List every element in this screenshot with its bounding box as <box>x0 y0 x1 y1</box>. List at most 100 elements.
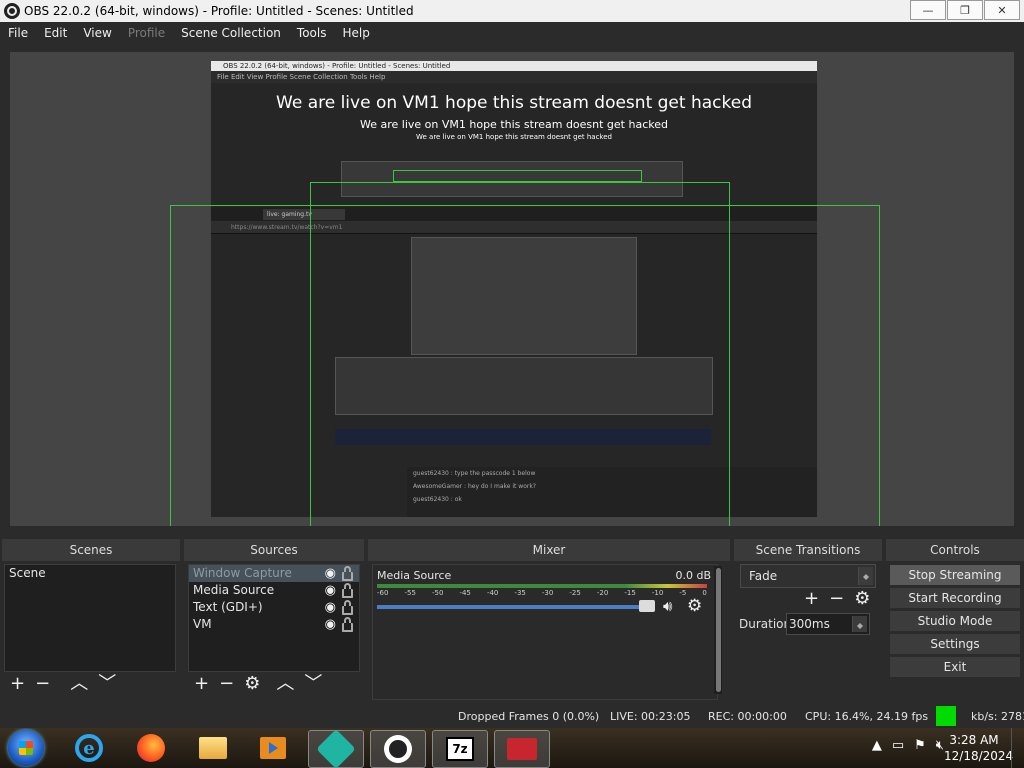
meter-tick: -35 <box>514 589 526 597</box>
scenes-header: Scenes <box>2 539 180 561</box>
kodi-icon[interactable] <box>308 729 364 768</box>
mixer-panel: Media Source 0.0 dB -60 -55 -50 -45 -40 … <box>372 564 718 700</box>
mixer-level: 0.0 dB <box>675 569 711 582</box>
taskbar-clock[interactable]: 3:28 AM 12/18/2024 <box>944 732 1013 764</box>
system-tray: ▲ ▭ ⚑ 🔇︎ <box>872 738 944 753</box>
meter-tick: -40 <box>486 589 499 597</box>
meter-tick: -15 <box>624 589 636 597</box>
meter-ticks: -60 -55 -50 -45 -40 -35 -30 -25 -20 -15 … <box>377 589 707 597</box>
move-down-icon[interactable]: ﹀ <box>304 675 322 693</box>
start-recording-button[interactable]: Start Recording <box>889 587 1021 609</box>
menu-help[interactable]: Help <box>334 26 377 40</box>
file-explorer-icon[interactable] <box>186 730 240 766</box>
rec-timer: REC: 00:00:00 <box>708 710 787 723</box>
internet-explorer-icon[interactable]: e <box>62 730 116 766</box>
close-button[interactable]: ✕ <box>984 0 1020 20</box>
stream-overlay-text-nested-2: We are live on VM1 hope this stream does… <box>416 133 612 141</box>
duration-value: 300ms <box>789 617 830 631</box>
source-item[interactable]: Text (GDI+) ◉ <box>189 599 359 616</box>
menu-edit[interactable]: Edit <box>36 26 75 40</box>
visibility-eye-icon[interactable]: ◉ <box>325 599 336 616</box>
transition-selected: Fade <box>749 569 778 583</box>
meter-tick: -60 <box>377 589 389 597</box>
gear-icon[interactable]: ⚙ <box>244 675 260 693</box>
scene-item[interactable]: Scene <box>5 565 175 582</box>
move-up-icon[interactable]: ︿ <box>276 675 294 693</box>
7zip-icon[interactable]: 7z <box>432 730 488 768</box>
action-center-flag-icon[interactable]: ⚑ <box>914 738 926 753</box>
sources-toolbar: + − ⚙ ︿ ﹀ <box>194 675 322 693</box>
lock-icon[interactable] <box>342 565 353 581</box>
windows-start-icon[interactable] <box>8 730 44 766</box>
meter-tick: -50 <box>431 589 444 597</box>
volume-muted-icon[interactable]: 🔇︎ <box>936 738 944 753</box>
source-label: Media Source <box>193 583 275 597</box>
preview-canvas[interactable]: OBS 22.0.2 (64-bit, windows) - Profile: … <box>10 52 1014 526</box>
move-up-icon[interactable]: ︿ <box>70 675 88 693</box>
scenes-toolbar: + − ︿ ﹀ <box>10 675 116 693</box>
remove-icon[interactable]: − <box>829 590 844 608</box>
lock-icon[interactable] <box>342 582 353 598</box>
settings-button[interactable]: Settings <box>889 633 1021 655</box>
spinner-icon[interactable] <box>852 616 867 632</box>
speaker-icon[interactable]: 🔊︎ <box>663 597 672 615</box>
studio-mode-button[interactable]: Studio Mode <box>889 610 1021 632</box>
menu-profile[interactable]: Profile <box>120 26 173 40</box>
stop-streaming-button[interactable]: Stop Streaming <box>889 564 1021 586</box>
menu-view[interactable]: View <box>75 26 119 40</box>
minimize-button[interactable]: — <box>910 0 946 20</box>
source-label: Text (GDI+) <box>193 600 263 614</box>
nested-obs-menu: File Edit View Profile Scene Collection … <box>211 71 817 83</box>
stream-health-indicator <box>936 706 956 726</box>
stream-overlay-text: We are live on VM1 hope this stream does… <box>276 93 752 113</box>
move-down-icon[interactable]: ﹀ <box>98 675 116 693</box>
tray-expand-icon[interactable]: ▲ <box>872 738 882 753</box>
meter-tick: -45 <box>459 589 471 597</box>
source-bounding-box[interactable] <box>310 182 730 526</box>
lock-icon[interactable] <box>342 616 353 632</box>
maximize-button[interactable]: ❐ <box>947 0 983 20</box>
add-icon[interactable]: + <box>804 590 819 608</box>
menu-tools[interactable]: Tools <box>289 26 335 40</box>
window-controls: — ❐ ✕ <box>909 0 1020 20</box>
obs-app-icon <box>4 3 20 19</box>
transitions-toolbar: + − ⚙ <box>804 590 870 608</box>
chevron-updown-icon <box>858 567 873 585</box>
add-icon[interactable]: + <box>194 675 209 693</box>
visibility-eye-icon[interactable]: ◉ <box>325 616 336 633</box>
meter-tick: 0 <box>702 589 707 597</box>
source-item[interactable]: VM ◉ <box>189 616 359 633</box>
exit-button[interactable]: Exit <box>889 656 1021 678</box>
title-bar: OBS 22.0.2 (64-bit, windows) - Profile: … <box>0 0 1024 22</box>
source-item[interactable]: Media Source ◉ <box>189 582 359 599</box>
remove-icon[interactable]: − <box>219 675 234 693</box>
meter-tick: -25 <box>569 589 581 597</box>
volume-slider[interactable] <box>377 605 653 609</box>
transition-select[interactable]: Fade <box>740 564 876 588</box>
source-bounding-box[interactable] <box>393 170 642 182</box>
obs-taskbar-icon[interactable] <box>370 730 426 768</box>
mixer-scrollbar-thumb[interactable] <box>716 568 721 692</box>
gear-icon[interactable]: ⚙ <box>854 590 870 608</box>
network-icon[interactable]: ▭ <box>892 738 904 753</box>
visibility-eye-icon[interactable]: ◉ <box>325 565 336 582</box>
add-icon[interactable]: + <box>10 675 25 693</box>
media-player-icon[interactable] <box>246 730 300 766</box>
source-label: VM <box>193 617 212 631</box>
sources-list: Window Capture ◉ Media Source ◉ Text (GD… <box>188 564 360 672</box>
nested-obs-title: OBS 22.0.2 (64-bit, windows) - Profile: … <box>211 61 817 71</box>
source-item[interactable]: Window Capture ◉ <box>189 565 359 582</box>
firefox-icon[interactable] <box>124 730 178 766</box>
volume-slider-handle[interactable] <box>639 600 655 612</box>
show-desktop-button[interactable] <box>1011 728 1024 768</box>
visibility-eye-icon[interactable]: ◉ <box>325 582 336 599</box>
toolbox-icon[interactable] <box>494 730 550 768</box>
source-label: Window Capture <box>193 566 292 580</box>
lock-icon[interactable] <box>342 599 353 615</box>
remove-icon[interactable]: − <box>35 675 50 693</box>
gear-icon[interactable]: ⚙ <box>687 596 702 616</box>
scenes-list: Scene <box>4 564 176 672</box>
menu-file[interactable]: File <box>0 26 36 40</box>
menu-scene-collection[interactable]: Scene Collection <box>173 26 289 40</box>
duration-field[interactable]: 300ms <box>786 613 870 635</box>
